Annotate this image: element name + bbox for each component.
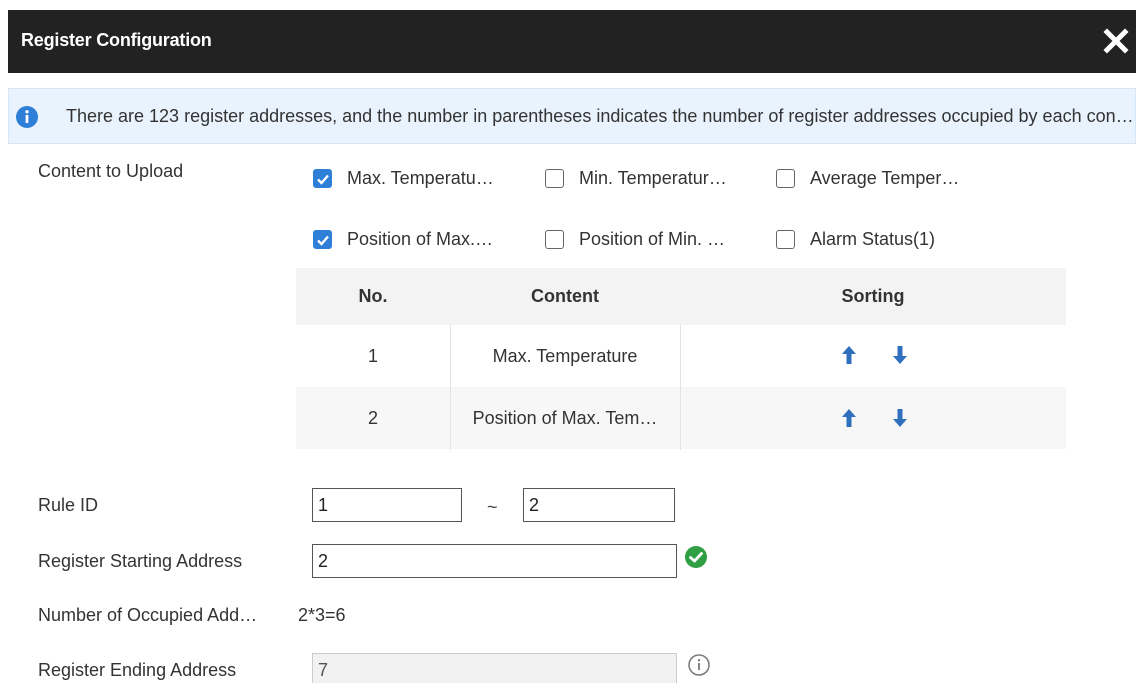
rule-id-from-input[interactable]: [312, 488, 462, 522]
row-content: Max. Temperature: [492, 346, 638, 366]
checkbox-alarm-status[interactable]: Alarm Status(1): [776, 229, 935, 250]
checkbox-label: Alarm Status(1): [810, 229, 936, 249]
end-address-label: Register Ending Address: [38, 660, 237, 680]
checkbox-box[interactable]: [776, 169, 795, 188]
info-outline-icon[interactable]: [687, 653, 711, 677]
checkbox-max-temperature[interactable]: Max. Temperatu…: [313, 168, 525, 189]
checkbox-label: Average Temper…: [810, 168, 960, 188]
checkbox-label: Position of Max.…: [347, 229, 494, 249]
checkbox-box[interactable]: [545, 169, 564, 188]
range-separator: ~: [487, 497, 498, 517]
checkbox-min-temperature[interactable]: Min. Temperatur…: [545, 168, 762, 189]
arrow-up-icon[interactable]: [841, 345, 857, 365]
checkbox-box[interactable]: [776, 230, 795, 249]
info-banner: There are 123 register addresses, and th…: [8, 88, 1136, 144]
rule-id-label: Rule ID: [38, 495, 99, 515]
checkbox-box[interactable]: [313, 169, 332, 188]
table-row: 1 Max. Temperature: [296, 325, 1066, 387]
rule-id-to-input[interactable]: [523, 488, 675, 522]
dialog-titlebar: Register Configuration: [8, 10, 1136, 73]
upload-content-table: No. Content Sorting 1 Max. Temperature 2…: [296, 268, 1066, 450]
column-divider: [450, 325, 451, 450]
arrow-up-icon[interactable]: [841, 408, 857, 428]
table-row: 2 Position of Max. Tem…: [296, 387, 1066, 449]
occupied-address-label: Number of Occupied Add…: [38, 605, 258, 625]
dialog-title: Register Configuration: [21, 30, 212, 50]
close-icon[interactable]: [1102, 27, 1130, 55]
check-circle-icon: [685, 546, 707, 568]
start-address-input[interactable]: [312, 544, 677, 578]
arrow-down-icon[interactable]: [892, 408, 908, 428]
start-address-label: Register Starting Address: [38, 551, 243, 571]
checkbox-position-of-max[interactable]: Position of Max.…: [313, 229, 525, 250]
row-content: Position of Max. Tem…: [472, 408, 658, 428]
column-header-content: Content: [531, 286, 599, 306]
table-header: No. Content Sorting: [296, 268, 1066, 325]
column-header-no: No.: [358, 286, 388, 306]
checkbox-box[interactable]: [545, 230, 564, 249]
checkbox-label: Min. Temperatur…: [579, 168, 727, 188]
row-no: 2: [367, 408, 378, 428]
checkbox-position-of-min[interactable]: Position of Min. …: [545, 229, 762, 250]
checkbox-box[interactable]: [313, 230, 332, 249]
checkbox-label: Max. Temperatu…: [347, 168, 494, 188]
end-address-input: [312, 653, 677, 683]
occupied-address-value: 2*3=6: [298, 605, 346, 625]
info-icon: [16, 106, 38, 128]
checkbox-label: Position of Min. …: [579, 229, 726, 249]
column-divider: [680, 325, 681, 450]
arrow-down-icon[interactable]: [892, 345, 908, 365]
info-banner-text: There are 123 register addresses, and th…: [66, 106, 1136, 126]
checkbox-average-temperature[interactable]: Average Temper…: [776, 168, 995, 189]
column-header-sorting: Sorting: [841, 286, 905, 306]
content-to-upload-label: Content to Upload: [38, 161, 184, 181]
row-no: 1: [367, 346, 378, 366]
